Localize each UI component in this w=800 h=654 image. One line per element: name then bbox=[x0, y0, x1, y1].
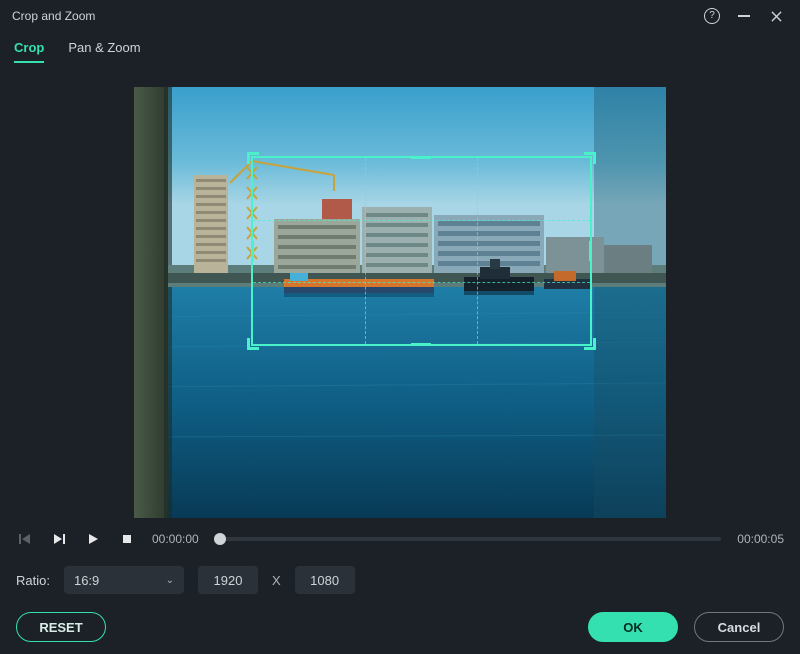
help-icon: ? bbox=[704, 8, 720, 24]
total-time: 00:00:05 bbox=[737, 532, 784, 546]
ratio-controls: Ratio: 16:9 ⌄ 1920 X 1080 bbox=[0, 548, 800, 594]
close-icon bbox=[771, 11, 782, 22]
dimension-separator: X bbox=[272, 573, 281, 588]
titlebar: Crop and Zoom ? bbox=[0, 0, 800, 32]
current-time: 00:00:00 bbox=[152, 532, 199, 546]
next-frame-button[interactable] bbox=[50, 530, 68, 548]
ok-button[interactable]: OK bbox=[588, 612, 678, 642]
crop-handle-tr[interactable] bbox=[584, 152, 596, 164]
ratio-label: Ratio: bbox=[16, 573, 50, 588]
minimize-icon bbox=[738, 15, 750, 17]
stop-button[interactable] bbox=[118, 530, 136, 548]
crop-handle-br[interactable] bbox=[584, 338, 596, 350]
crop-handle-bottom[interactable] bbox=[411, 343, 431, 346]
crop-handle-left[interactable] bbox=[251, 241, 254, 261]
play-button[interactable] bbox=[84, 530, 102, 548]
playback-controls: 00:00:00 00:00:05 bbox=[0, 518, 800, 548]
width-value: 1920 bbox=[214, 573, 243, 588]
prev-frame-button[interactable] bbox=[16, 530, 34, 548]
help-button[interactable]: ? bbox=[700, 4, 724, 28]
height-value: 1080 bbox=[310, 573, 339, 588]
prev-frame-icon bbox=[18, 532, 32, 546]
chevron-down-icon: ⌄ bbox=[166, 575, 174, 586]
ratio-select[interactable]: 16:9 ⌄ bbox=[64, 566, 184, 594]
seek-thumb[interactable] bbox=[214, 533, 226, 545]
crop-handle-bl[interactable] bbox=[247, 338, 259, 350]
crop-handle-top[interactable] bbox=[411, 156, 431, 159]
seek-bar[interactable] bbox=[215, 537, 722, 541]
crop-handle-tl[interactable] bbox=[247, 152, 259, 164]
video-preview[interactable] bbox=[134, 87, 666, 518]
stop-icon bbox=[120, 532, 134, 546]
window-title: Crop and Zoom bbox=[12, 9, 95, 23]
crop-grid bbox=[477, 158, 478, 344]
close-button[interactable] bbox=[764, 4, 788, 28]
tab-bar: Crop Pan & Zoom bbox=[0, 32, 800, 63]
next-frame-icon bbox=[52, 532, 66, 546]
ratio-select-value: 16:9 bbox=[74, 573, 99, 588]
width-input[interactable]: 1920 bbox=[198, 566, 258, 594]
crop-grid bbox=[365, 158, 366, 344]
crop-grid bbox=[253, 282, 589, 283]
reset-button[interactable]: RESET bbox=[16, 612, 106, 642]
cancel-button[interactable]: Cancel bbox=[694, 612, 784, 642]
crop-grid bbox=[253, 220, 589, 221]
minimize-button[interactable] bbox=[732, 4, 756, 28]
play-icon bbox=[86, 532, 100, 546]
crop-handle-right[interactable] bbox=[589, 241, 592, 261]
crop-box[interactable] bbox=[251, 156, 591, 346]
tab-crop[interactable]: Crop bbox=[14, 40, 44, 63]
tab-pan-zoom[interactable]: Pan & Zoom bbox=[68, 40, 140, 63]
action-buttons: RESET OK Cancel bbox=[0, 612, 800, 642]
height-input[interactable]: 1080 bbox=[295, 566, 355, 594]
